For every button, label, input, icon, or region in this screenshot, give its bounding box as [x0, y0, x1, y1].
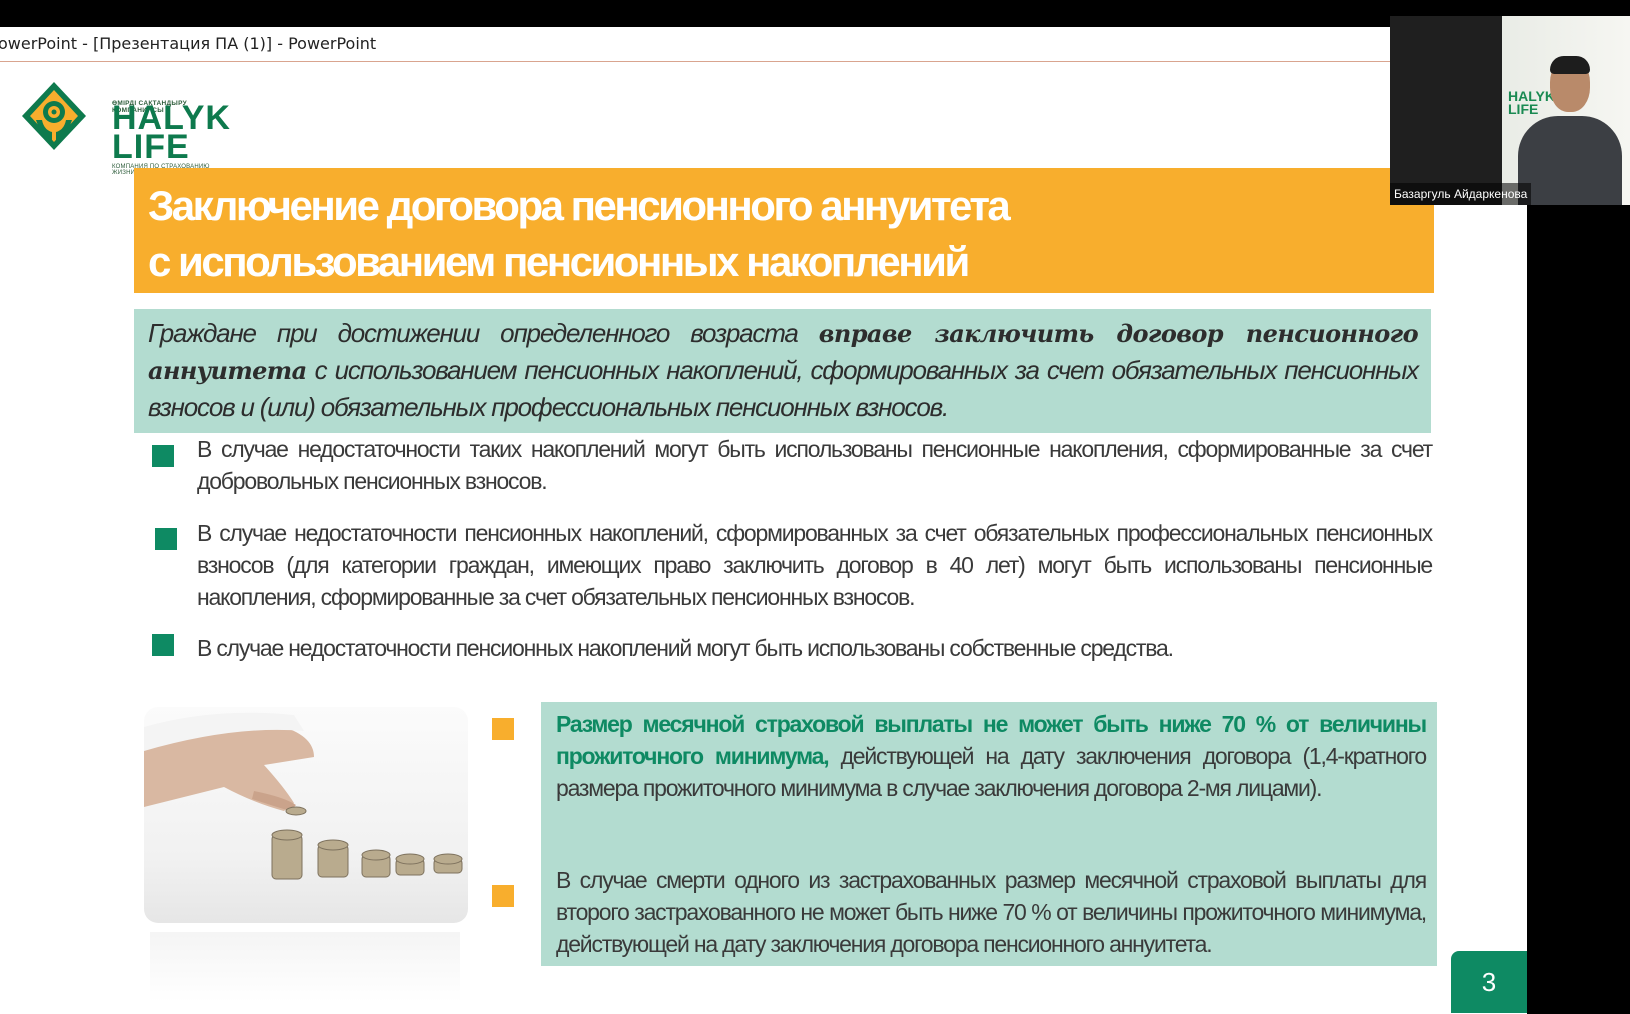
bullet-text-1: В случае недостаточности таких накоплени… [197, 436, 1433, 494]
bullet-text-3: В случае недостаточности пенсионных нако… [197, 635, 1174, 661]
photo-reflection [150, 932, 460, 1002]
logo-wordmark: HALYK LIFE [112, 101, 231, 166]
coins-hand-image [144, 712, 463, 880]
participant-video-tile[interactable]: HALYK LIFE Базаргуль Айдаркенова [1390, 16, 1630, 205]
video-wall-logo-word-2: LIFE [1508, 101, 1539, 117]
window-title: owerPoint - [Презентация ПА (1)] - Power… [0, 34, 377, 53]
info-paragraph-2: В случае смерти одного из застрахованных… [556, 867, 1427, 957]
video-dark-area [1390, 16, 1502, 205]
participant-body [1518, 116, 1622, 205]
slide-title-line-2: с использованием пенсионных накоплений [148, 238, 970, 285]
window-title-bar: owerPoint - [Презентация ПА (1)] - Power… [0, 27, 1390, 62]
slide-title: Заключение договора пенсионного аннуитет… [148, 178, 1418, 290]
slide-title-band: Заключение договора пенсионного аннуитет… [134, 168, 1434, 293]
slide-canvas: ӨМІРДІ САҚТАНДЫРУ КОМПАНИЯСЫ HALYK LIFE … [0, 62, 1527, 1014]
slide-page-number: 3 [1451, 951, 1527, 1013]
intro-text-end: с использованием пенсионных накоплений, … [148, 355, 1419, 422]
bullet-text-2: В случае недостаточности пенсионных нако… [197, 520, 1433, 610]
logo-emblem-icon [22, 82, 86, 150]
orange-square-bullet-icon [492, 885, 514, 907]
slide-title-line-1: Заключение договора пенсионного аннуитет… [148, 182, 1011, 229]
intro-text-start: Граждане при достижении определенного во… [148, 318, 819, 348]
intro-box: Граждане при достижении определенного во… [134, 309, 1431, 433]
company-logo: ӨМІРДІ САҚТАНДЫРУ КОМПАНИЯСЫ HALYK LIFE … [20, 80, 230, 176]
green-square-bullet-icon [155, 528, 177, 550]
info-box: Размер месячной страховой выплаты не мож… [541, 702, 1437, 966]
intro-text: Граждане при достижении определенного во… [148, 315, 1419, 425]
participant-name-label: Базаргуль Айдаркенова [1390, 183, 1532, 205]
green-square-bullet-icon [152, 634, 174, 656]
coins-photo [144, 707, 468, 923]
info-paragraph-1: Размер месячной страховой выплаты не мож… [556, 708, 1427, 804]
participant-hair [1550, 56, 1590, 74]
screen-top-bar [0, 0, 1630, 27]
orange-square-bullet-icon [492, 718, 514, 740]
logo-word-life: LIFE [112, 128, 190, 166]
video-wall-logo: HALYK LIFE [1508, 89, 1555, 117]
green-square-bullet-icon [152, 445, 174, 467]
